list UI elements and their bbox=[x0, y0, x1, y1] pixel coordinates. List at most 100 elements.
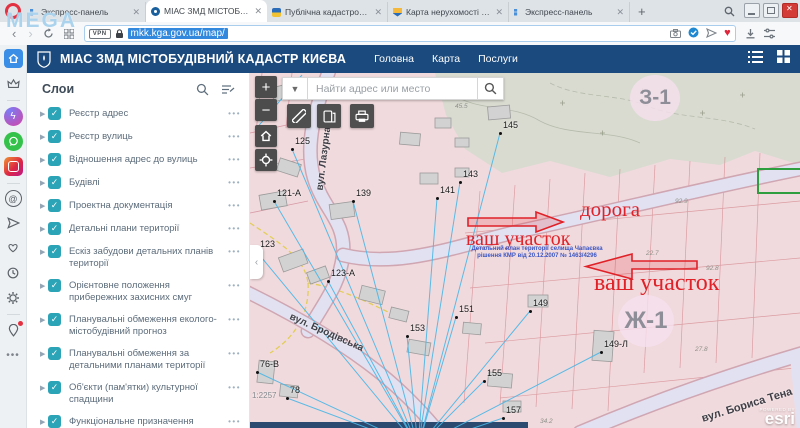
expand-caret-icon[interactable]: ▶ bbox=[40, 350, 48, 358]
expand-caret-icon[interactable]: ▶ bbox=[40, 418, 48, 426]
menu-item-0[interactable]: Головна bbox=[374, 53, 414, 65]
back-button[interactable]: ‹ bbox=[12, 27, 16, 40]
share-flow-icon[interactable] bbox=[706, 25, 717, 43]
panel-collapse-button[interactable]: ‹ bbox=[250, 245, 263, 279]
layer-checkbox[interactable]: ✓ bbox=[48, 199, 61, 212]
browser-tab-1[interactable]: МІАС ЗМД МІСТОБУДІВНИЙ✕ bbox=[146, 0, 267, 22]
locate-button[interactable] bbox=[255, 149, 277, 171]
speed-dial-home-icon[interactable] bbox=[4, 49, 23, 68]
layer-checkbox[interactable]: ✓ bbox=[48, 245, 61, 258]
expand-caret-icon[interactable]: ▶ bbox=[40, 156, 48, 164]
speed-dial-icon[interactable] bbox=[64, 29, 74, 39]
layer-menu-icon[interactable]: ••• bbox=[228, 279, 241, 290]
layer-menu-icon[interactable]: ••• bbox=[228, 347, 241, 358]
home-extent-button[interactable] bbox=[255, 125, 277, 147]
history-clock-icon[interactable] bbox=[4, 263, 23, 282]
forward-button[interactable]: › bbox=[28, 27, 32, 40]
bookmark-heart-icon[interactable]: ♥ bbox=[724, 28, 731, 39]
tab-search-icon[interactable] bbox=[724, 4, 735, 22]
layer-checkbox[interactable]: ✓ bbox=[48, 347, 61, 360]
instagram-icon[interactable] bbox=[4, 157, 23, 176]
expand-caret-icon[interactable]: ▶ bbox=[40, 248, 48, 256]
layer-checkbox[interactable]: ✓ bbox=[48, 153, 61, 166]
list-view-icon[interactable] bbox=[748, 50, 763, 68]
layer-row-0[interactable]: ▶✓Реєстр адрес••• bbox=[27, 102, 249, 125]
expand-caret-icon[interactable]: ▶ bbox=[40, 316, 48, 324]
layer-menu-icon[interactable]: ••• bbox=[228, 222, 241, 233]
basemap-gallery-button[interactable] bbox=[317, 104, 341, 128]
map-search-input[interactable] bbox=[308, 77, 477, 100]
expand-caret-icon[interactable]: ▶ bbox=[40, 282, 48, 290]
expand-caret-icon[interactable]: ▶ bbox=[40, 225, 48, 233]
expand-caret-icon[interactable]: ▶ bbox=[40, 133, 48, 141]
pinboard-icon[interactable] bbox=[4, 321, 23, 340]
layer-row-6[interactable]: ▶✓Ескіз забудови детальних планів терито… bbox=[27, 240, 249, 274]
messenger-icon[interactable]: ϟ bbox=[4, 107, 23, 126]
layer-menu-icon[interactable]: ••• bbox=[228, 313, 241, 324]
snapshot-camera-icon[interactable] bbox=[670, 25, 681, 43]
zoom-in-button[interactable]: + bbox=[255, 76, 277, 98]
layer-row-1[interactable]: ▶✓Реєстр вулиць••• bbox=[27, 125, 249, 148]
expand-caret-icon[interactable]: ▶ bbox=[40, 202, 48, 210]
layer-row-10[interactable]: ▶✓Об'єкти (пам'ятки) культурної спадщини… bbox=[27, 376, 249, 410]
layer-checkbox[interactable]: ✓ bbox=[48, 107, 61, 120]
layer-menu-icon[interactable]: ••• bbox=[228, 199, 241, 210]
tab-close-icon[interactable]: ✕ bbox=[616, 7, 624, 18]
print-button[interactable] bbox=[350, 104, 374, 128]
layer-row-8[interactable]: ▶✓Планувальні обмеження еколого-містобуд… bbox=[27, 308, 249, 342]
map-search-button[interactable] bbox=[477, 77, 504, 100]
layer-row-5[interactable]: ▶✓Детальні плани території••• bbox=[27, 217, 249, 240]
tab-close-icon[interactable]: ✕ bbox=[132, 7, 140, 18]
measure-tool-button[interactable] bbox=[287, 104, 311, 128]
layer-checkbox[interactable]: ✓ bbox=[48, 279, 61, 292]
menu-item-1[interactable]: Карта bbox=[432, 53, 460, 65]
tab-close-icon[interactable]: ✕ bbox=[495, 7, 503, 18]
layer-row-4[interactable]: ▶✓Проектна документація••• bbox=[27, 194, 249, 217]
layer-checkbox[interactable]: ✓ bbox=[48, 313, 61, 326]
layer-row-2[interactable]: ▶✓Відношення адрес до вулиць••• bbox=[27, 148, 249, 171]
vpn-badge[interactable]: VPN bbox=[89, 29, 111, 39]
verified-badge-icon[interactable] bbox=[688, 25, 699, 43]
layer-menu-icon[interactable]: ••• bbox=[228, 130, 241, 141]
browser-tab-0[interactable]: Экспресс-панель✕ bbox=[25, 2, 146, 22]
layer-menu-icon[interactable]: ••• bbox=[228, 245, 241, 256]
layer-checkbox[interactable]: ✓ bbox=[48, 176, 61, 189]
expand-caret-icon[interactable]: ▶ bbox=[40, 179, 48, 187]
browser-tab-3[interactable]: Карта нерухомості України✕ bbox=[388, 2, 509, 22]
minimize-button[interactable] bbox=[744, 3, 760, 18]
url-text[interactable]: mkk.kga.gov.ua/map/ bbox=[128, 28, 228, 39]
zoom-out-button[interactable]: − bbox=[255, 99, 277, 121]
layer-row-7[interactable]: ▶✓Орієнтовне положення прибережних захис… bbox=[27, 274, 249, 308]
new-tab-button[interactable]: + bbox=[638, 2, 646, 22]
tab-close-icon[interactable]: ✕ bbox=[374, 7, 382, 18]
tab-close-icon[interactable]: ✕ bbox=[254, 6, 262, 17]
grid-view-icon[interactable] bbox=[777, 50, 790, 68]
menu-item-2[interactable]: Послуги bbox=[478, 53, 518, 65]
vk-messenger-icon[interactable]: @ bbox=[5, 190, 22, 207]
layer-menu-icon[interactable]: ••• bbox=[228, 381, 241, 392]
map-canvas[interactable]: З-1Ж-1 вул. Лазурнавул. Бродівськавул. Б… bbox=[250, 73, 800, 428]
crown-icon[interactable] bbox=[4, 74, 23, 93]
tune-settings-icon[interactable] bbox=[764, 28, 775, 39]
expand-caret-icon[interactable]: ▶ bbox=[40, 110, 48, 118]
reload-button[interactable] bbox=[43, 28, 54, 39]
maximize-button[interactable] bbox=[763, 3, 779, 18]
gear-icon[interactable] bbox=[4, 288, 23, 307]
layer-search-icon[interactable] bbox=[196, 83, 209, 96]
layer-menu-icon[interactable]: ••• bbox=[228, 107, 241, 118]
search-source-dropdown[interactable]: ▼ bbox=[282, 77, 308, 100]
close-button[interactable] bbox=[782, 3, 798, 18]
layer-row-11[interactable]: ▶✓Функціональне призначення••• bbox=[27, 410, 249, 428]
browser-tab-4[interactable]: Экспресс-панель✕ bbox=[509, 2, 630, 22]
layer-checkbox[interactable]: ✓ bbox=[48, 130, 61, 143]
telegram-icon[interactable] bbox=[4, 213, 23, 232]
layer-menu-icon[interactable]: ••• bbox=[228, 415, 241, 426]
heart-icon[interactable] bbox=[4, 238, 23, 257]
layer-menu-icon[interactable]: ••• bbox=[228, 176, 241, 187]
layer-checkbox[interactable]: ✓ bbox=[48, 222, 61, 235]
layer-checkbox[interactable]: ✓ bbox=[48, 381, 61, 394]
expand-caret-icon[interactable]: ▶ bbox=[40, 384, 48, 392]
browser-tab-2[interactable]: Публічна кадастрова карта✕ bbox=[267, 2, 388, 22]
whatsapp-icon[interactable] bbox=[4, 132, 23, 151]
downloads-icon[interactable] bbox=[745, 28, 756, 39]
